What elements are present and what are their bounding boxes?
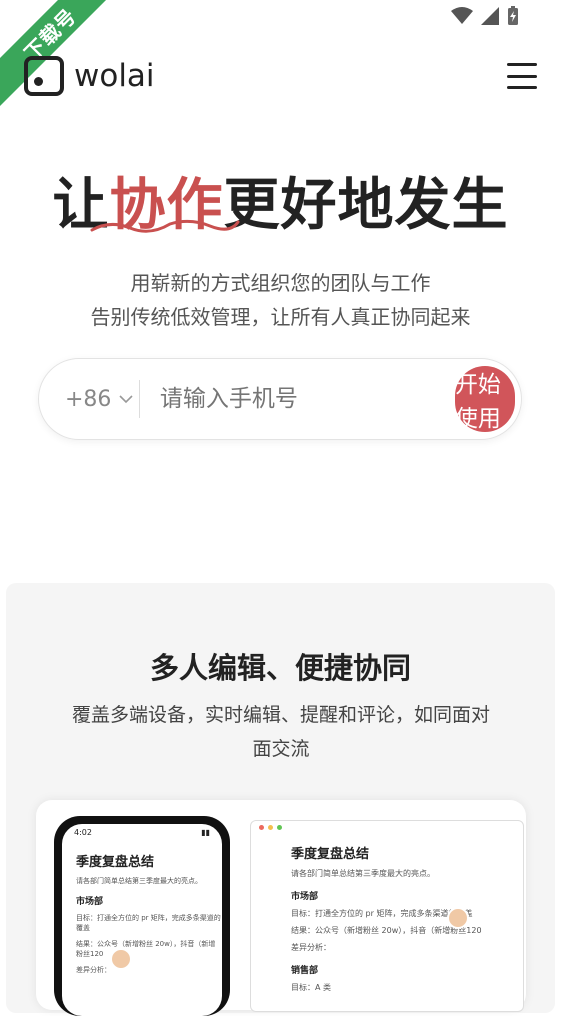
desktop-section-1: 市场部 <box>291 889 523 902</box>
phone-bullet-3: 差异分析： <box>76 965 222 975</box>
phone-screen: 4:02 ▮▮ 季度复盘总结 请各部门简单总结第三季度最大的亮点。 市场部 目标… <box>62 824 222 1016</box>
feature-desc-line2: 面交流 <box>36 732 526 766</box>
chevron-down-icon <box>119 394 133 404</box>
phone-status-bar: 4:02 ▮▮ <box>62 824 222 841</box>
phone-bullet-2: 结果：公众号（新增粉丝 20w），抖音（新增粉丝120 <box>76 939 222 959</box>
phone-collaborator-avatar <box>110 948 132 970</box>
wolai-logo-icon <box>24 56 64 96</box>
site-header: wolai <box>24 52 537 100</box>
collaborator-avatar <box>447 907 469 929</box>
feature-description: 覆盖多端设备，实时编辑、提醒和评论，如同面对 面交流 <box>36 698 526 766</box>
country-code-value: +86 <box>65 387 111 412</box>
status-bar <box>451 6 519 26</box>
signal-icon <box>481 7 499 25</box>
phone-section-1: 市场部 <box>76 894 222 907</box>
hero-subtitle-line2: 告别传统低效管理，让所有人真正协同起来 <box>0 300 561 334</box>
phone-time: 4:02 <box>74 828 92 837</box>
browser-toolbar <box>251 821 523 833</box>
phone-doc-title: 季度复盘总结 <box>76 851 222 870</box>
menu-icon[interactable] <box>507 63 537 89</box>
desktop-bullet-4: 目标：A 类 <box>291 982 523 993</box>
hero-subtitle: 用崭新的方式组织您的团队与工作 告别传统低效管理，让所有人真正协同起来 <box>0 266 561 334</box>
desktop-bullet-1: 目标：打通全方位的 pr 矩阵，完成多条渠道的覆盖 <box>291 908 523 919</box>
hero-title-part2: 更好地发生 <box>224 173 509 238</box>
desktop-bullet-2: 结果：公众号（新增粉丝 20w），抖音（新增粉丝120 <box>291 925 523 936</box>
phone-bullet-1: 目标：打通全方位的 pr 矩阵，完成多条渠道的覆盖 <box>76 913 222 933</box>
phone-signup-form: +86 开始使用 <box>38 358 522 440</box>
battery-icon <box>507 6 519 26</box>
hero-subtitle-line1: 用崭新的方式组织您的团队与工作 <box>0 266 561 300</box>
desktop-doc-title: 季度复盘总结 <box>291 843 523 862</box>
phone-signal-icon: ▮▮ <box>201 828 210 837</box>
accent-underline-squiggle <box>90 212 240 236</box>
hero-title: 让协作更好地发生 <box>0 160 561 241</box>
phone-mockup: 4:02 ▮▮ 季度复盘总结 请各部门简单总结第三季度最大的亮点。 市场部 目标… <box>54 816 230 1016</box>
phone-doc-note: 请各部门简单总结第三季度最大的亮点。 <box>76 876 222 886</box>
start-button[interactable]: 开始使用 <box>455 366 515 432</box>
phone-number-input[interactable] <box>158 385 455 413</box>
desktop-doc-note: 请各部门简单总结第三季度最大的亮点。 <box>291 868 523 879</box>
logo-text: wolai <box>74 58 155 94</box>
desktop-section-2: 销售部 <box>291 963 523 976</box>
wolai-logo[interactable]: wolai <box>24 56 155 96</box>
feature-title: 多人编辑、便捷协同 <box>0 645 561 687</box>
wifi-icon <box>451 7 473 25</box>
country-code-select[interactable]: +86 <box>65 387 133 412</box>
desktop-bullet-3: 差异分析： <box>291 942 523 953</box>
desktop-browser-mockup: 季度复盘总结 请各部门简单总结第三季度最大的亮点。 市场部 目标：打通全方位的 … <box>250 820 524 1012</box>
feature-desc-line1: 覆盖多端设备，实时编辑、提醒和评论，如同面对 <box>36 698 526 732</box>
